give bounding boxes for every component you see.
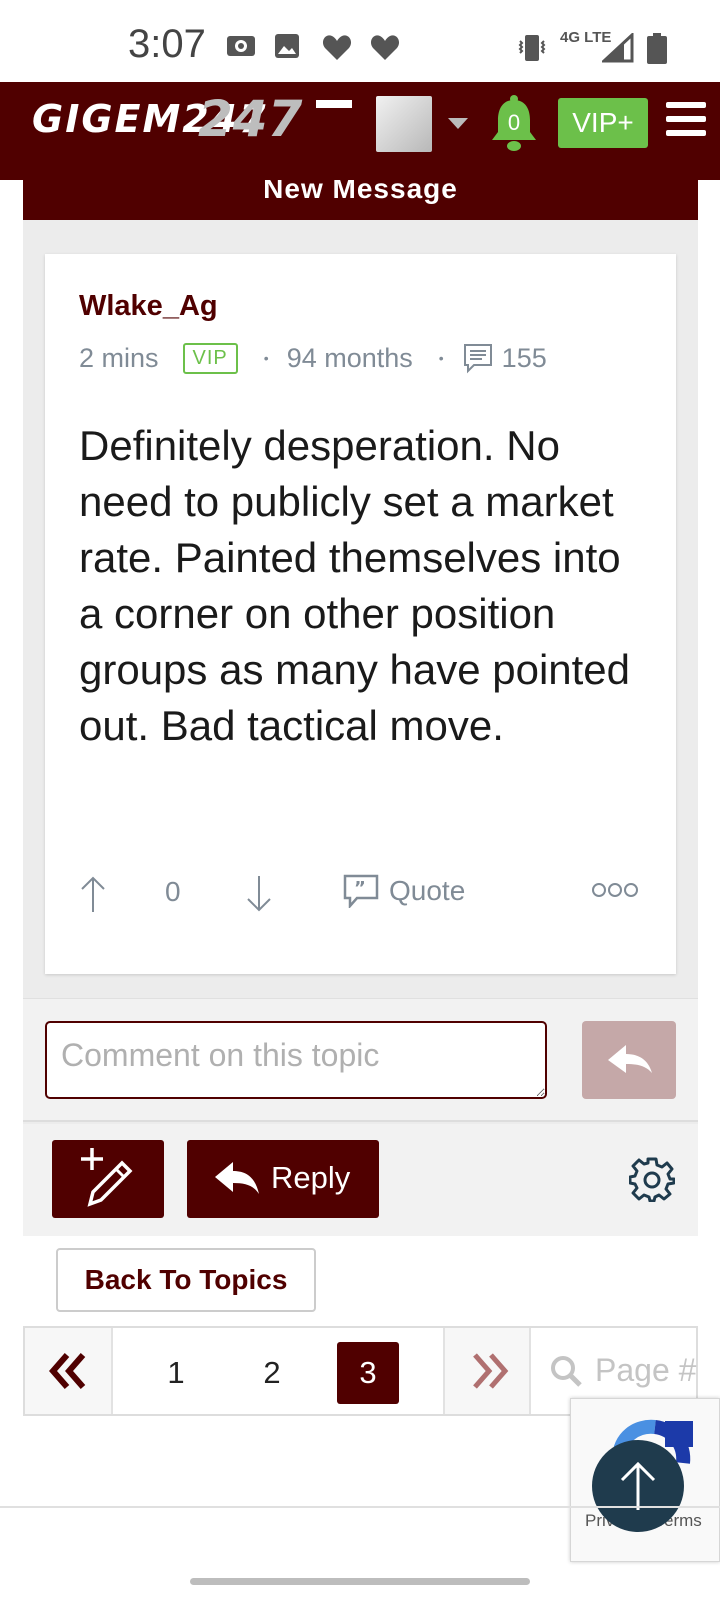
page-1-button[interactable]: 1 (145, 1342, 207, 1404)
post-actions: 0 ” Quote (79, 874, 649, 924)
vote-count: 0 (165, 876, 181, 907)
first-page-button[interactable] (25, 1328, 113, 1414)
notifications-bell[interactable]: 0 (490, 94, 538, 152)
divider (0, 1506, 720, 1508)
gigem247-logo[interactable]: GIGEM247 247 (32, 94, 356, 142)
page-3-button[interactable]: 3 (337, 1342, 399, 1404)
vip-plus-button[interactable]: VIP+ (558, 98, 648, 148)
post-count: 155 (501, 342, 547, 373)
gear-icon[interactable] (629, 1156, 675, 1202)
notification-count: 0 (507, 110, 521, 135)
scroll-to-top-button[interactable] (592, 1440, 684, 1532)
radio-icon (227, 36, 255, 56)
hamburger-menu-icon[interactable] (666, 102, 706, 138)
reply-arrow-icon (608, 1045, 652, 1073)
last-page-button[interactable] (443, 1328, 531, 1414)
heart-icon (322, 35, 352, 60)
post-author[interactable]: Wlake_Ag (79, 290, 218, 323)
post-time: 2 mins (79, 342, 159, 373)
logo-number: 247 (198, 94, 303, 142)
reply-arrow-icon (215, 1162, 259, 1194)
post-meta: 2 mins VIP • 94 months • 155 (79, 340, 547, 376)
reply-label: Reply (271, 1160, 351, 1195)
post-card: Wlake_Ag 2 mins VIP • 94 months • 155 De… (45, 254, 676, 974)
back-to-topics-button[interactable]: Back To Topics (56, 1248, 316, 1312)
home-indicator[interactable] (190, 1578, 530, 1585)
double-chevron-right-icon (473, 1353, 509, 1389)
comment-input[interactable] (45, 1021, 547, 1099)
heart-icon (370, 35, 400, 60)
new-message-label: New Message (263, 180, 458, 204)
arrow-up-icon (620, 1461, 656, 1510)
signal-icon (602, 33, 634, 63)
battery-icon (647, 33, 667, 64)
meta-separator: • (438, 350, 444, 366)
action-row: Reply (23, 1124, 698, 1236)
status-bar: 3:07 4G LTE (0, 0, 720, 82)
more-options-icon[interactable] (591, 880, 639, 900)
upvote-arrow-icon[interactable] (79, 874, 107, 914)
meta-separator: • (263, 350, 269, 366)
double-chevron-left-icon (49, 1353, 86, 1389)
svg-text:”: ” (354, 878, 366, 899)
page-2-button[interactable]: 2 (241, 1342, 303, 1404)
quote-icon: ” (343, 874, 379, 908)
page-search-placeholder: Page # (595, 1352, 697, 1388)
reply-button[interactable]: Reply (187, 1140, 379, 1218)
quote-label: Quote (389, 875, 466, 906)
posts-icon (463, 344, 492, 374)
comment-bar (23, 998, 698, 1122)
search-icon (551, 1356, 582, 1387)
downvote-arrow-icon[interactable] (245, 874, 273, 914)
avatar[interactable] (376, 96, 432, 152)
image-icon (275, 34, 299, 58)
post-body: Definitely desperation. No need to publi… (79, 422, 631, 749)
status-time: 3:07 (128, 22, 206, 66)
membership-duration: 94 months (286, 342, 413, 373)
chevron-down-icon[interactable] (448, 118, 468, 129)
comment-send-button[interactable] (582, 1021, 676, 1099)
app-screen: 3:07 4G LTE GIGEM247 247 0 VIP+ New Mess… (0, 0, 720, 1600)
new-message-banner[interactable]: New Message (23, 180, 698, 220)
vibrate-icon (518, 35, 546, 61)
logo-accent (316, 100, 352, 108)
vip-badge: VIP (182, 342, 238, 374)
quote-button[interactable]: ” Quote (343, 874, 465, 908)
site-header: GIGEM247 247 0 VIP+ (0, 82, 720, 180)
new-topic-button[interactable] (52, 1140, 164, 1218)
compose-icon (81, 1148, 133, 1207)
